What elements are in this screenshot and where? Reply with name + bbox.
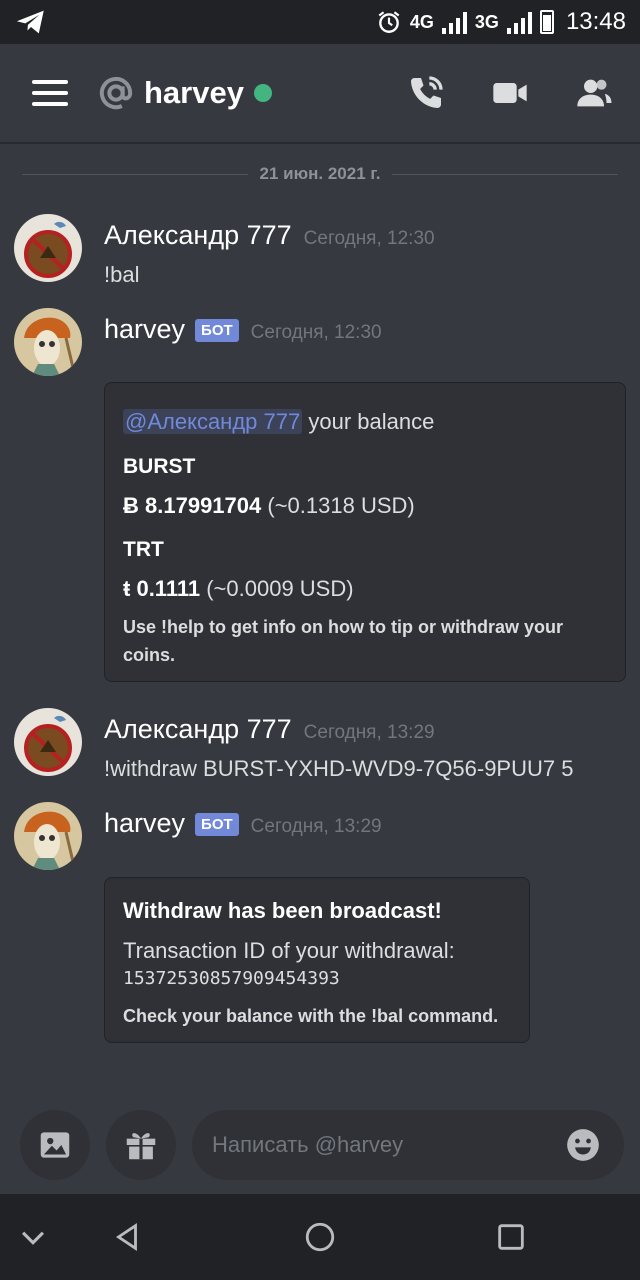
embed-field-value: ŧ 0.1111 (~0.0009 USD): [123, 576, 354, 601]
message-text: !withdraw BURST-YXHD-WVD9-7Q56-9PUU7 5: [104, 756, 574, 781]
bot-tag: БОТ: [195, 813, 239, 836]
author-name[interactable]: Александр 777: [104, 220, 292, 251]
embed-footer: Check your balance with the !bal command…: [123, 1006, 499, 1026]
author-name[interactable]: harvey: [104, 314, 185, 345]
embed-footer: Use !help to get info on how to tip or w…: [123, 617, 563, 665]
author-name[interactable]: harvey: [104, 808, 185, 839]
call-icon[interactable]: [406, 73, 446, 113]
date-divider-label: 21 июн. 2021 г.: [259, 164, 381, 183]
recents-icon[interactable]: [494, 1220, 528, 1254]
embed-description: @Александр 777 your balance: [123, 409, 435, 434]
chevron-down-icon[interactable]: [16, 1220, 50, 1254]
clock: 13:48: [565, 8, 626, 35]
channel-header: harvey: [0, 44, 640, 142]
gift-icon: [126, 1133, 156, 1160]
embed-description: Transaction ID of your withdrawal:: [123, 938, 455, 963]
embed-field-name: TRT: [123, 538, 164, 561]
composer-bar: [0, 1100, 640, 1194]
timestamp: Сегодня, 13:29: [303, 722, 435, 743]
user-mention[interactable]: @Александр 777: [123, 409, 303, 434]
signal-icon: [441, 10, 467, 34]
telegram-icon: [16, 10, 44, 34]
timestamp: Сегодня, 13:29: [250, 816, 382, 837]
author-name[interactable]: Александр 777: [104, 714, 292, 745]
avatar[interactable]: [14, 802, 82, 870]
system-nav-bar: [0, 1194, 640, 1280]
attach-image-button[interactable]: [20, 1110, 90, 1180]
avatar[interactable]: [14, 308, 82, 376]
bot-tag: БОТ: [195, 319, 239, 342]
avatar[interactable]: [14, 708, 82, 776]
image-icon: [40, 1132, 70, 1158]
date-divider: 21 июн. 2021 г.: [22, 162, 618, 186]
avatar[interactable]: [14, 214, 82, 282]
network-type-label-2: 3G: [474, 11, 499, 32]
timestamp: Сегодня, 12:30: [250, 322, 382, 343]
battery-icon: [539, 10, 554, 34]
message-text: !bal: [104, 262, 140, 287]
embed-field-value: Ƀ 8.17991704 (~0.1318 USD): [123, 493, 415, 518]
transaction-id: 15372530857909454393: [123, 968, 340, 989]
online-status-dot: [253, 84, 272, 102]
menu-icon[interactable]: [26, 73, 74, 113]
balance-embed: @Александр 777 your balance BURST Ƀ 8.17…: [104, 382, 626, 682]
at-icon: [99, 76, 133, 110]
message-input[interactable]: [212, 1132, 542, 1158]
timestamp: Сегодня, 12:30: [303, 228, 435, 249]
emoji-icon[interactable]: [564, 1126, 602, 1164]
status-bar: 4G 3G 13:48: [0, 0, 640, 44]
back-icon[interactable]: [110, 1220, 144, 1254]
alarm-icon: [378, 11, 400, 33]
network-type-label: 4G: [409, 11, 434, 32]
channel-name: harvey: [144, 75, 244, 110]
withdraw-embed: Withdraw has been broadcast! Transaction…: [104, 877, 530, 1043]
embed-title: Withdraw has been broadcast!: [123, 898, 442, 923]
message-input-field[interactable]: [192, 1110, 624, 1180]
signal-icon-2: [506, 10, 532, 34]
members-icon[interactable]: [574, 73, 614, 113]
gift-button[interactable]: [106, 1110, 176, 1180]
video-icon[interactable]: [490, 73, 530, 113]
home-icon[interactable]: [303, 1220, 337, 1254]
embed-field-name: BURST: [123, 455, 196, 478]
